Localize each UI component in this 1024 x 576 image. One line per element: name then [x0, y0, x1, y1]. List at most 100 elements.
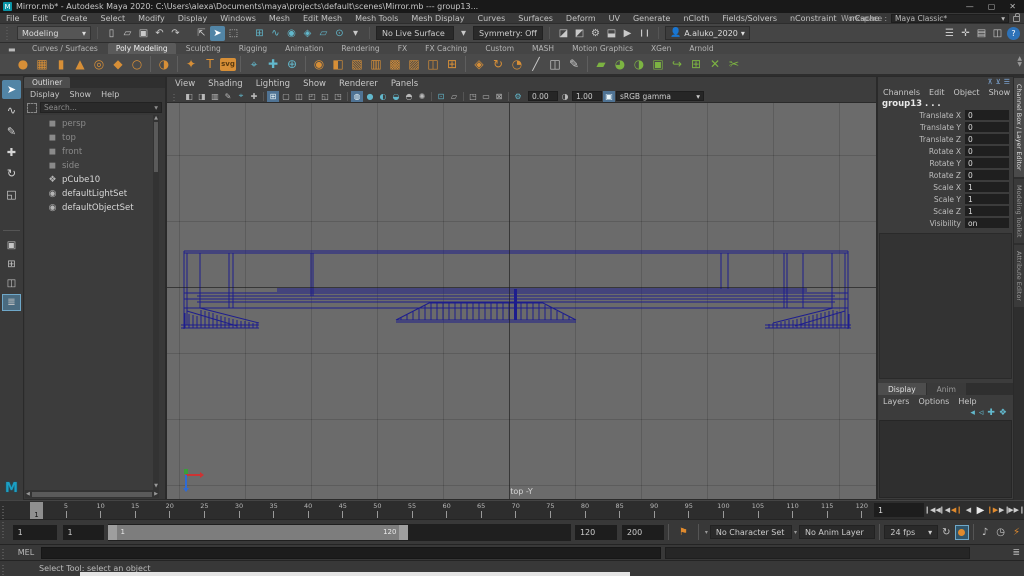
select-tool[interactable]: ➤ — [2, 80, 21, 99]
texture-icon[interactable]: ◓ — [403, 91, 415, 102]
channel-attribute-label[interactable]: Scale Z — [933, 207, 961, 216]
menu-item[interactable]: Mesh — [269, 14, 290, 23]
select-hierarchy-icon[interactable]: ⇱ — [194, 26, 209, 41]
platonic-solid-icon[interactable]: ◑ — [155, 55, 173, 73]
layout-single-pane[interactable]: ▣ — [2, 237, 21, 254]
poly-plane-icon[interactable]: ◆ — [109, 55, 127, 73]
outliner-item[interactable]: ❖ pCube10 — [25, 173, 159, 187]
shelf-tab[interactable]: Motion Graphics — [564, 43, 641, 54]
select-component-icon[interactable]: ⬚ — [226, 26, 241, 41]
separator[interactable] — [587, 56, 588, 72]
play-backwards-button[interactable]: ◀ — [963, 503, 974, 517]
outliner-menu-item[interactable]: Help — [101, 90, 119, 99]
ipr-render-icon[interactable]: ◩ — [572, 26, 587, 41]
grip-handle[interactable] — [2, 522, 9, 538]
playback-end-field[interactable]: 120 — [574, 524, 617, 540]
attribute-editor-icon[interactable]: ◫ — [990, 26, 1005, 41]
field-chart-icon[interactable]: ▱ — [448, 91, 460, 102]
separator[interactable] — [463, 91, 464, 101]
isolate-select-icon[interactable]: ⊡ — [435, 91, 447, 102]
snap-viewplane-icon[interactable]: ▱ — [316, 26, 331, 41]
viewport-menu-item[interactable]: Renderer — [339, 79, 378, 89]
wireframe-mode-icon[interactable]: ⊞ — [267, 90, 279, 102]
channel-box-menu-item[interactable]: Edit — [929, 88, 945, 97]
textured-mode-icon[interactable]: ◫ — [293, 91, 305, 102]
launch-render-view-icon[interactable]: ▶ — [620, 26, 635, 41]
grip-handle[interactable] — [173, 92, 180, 101]
snap-projected-icon[interactable]: ◈ — [300, 26, 315, 41]
channel-attribute-value[interactable]: 0 — [965, 170, 1009, 180]
film-gate-icon[interactable]: ▭ — [480, 91, 492, 102]
playback-range-bar[interactable]: 1 120 — [108, 524, 409, 540]
modeling-toolkit-icon[interactable]: ☰ — [942, 26, 957, 41]
menu-item[interactable]: nCloth — [683, 14, 709, 23]
evaluation-icon[interactable]: ⚡ — [1013, 527, 1020, 538]
chevron-down-icon[interactable]: ▾ — [794, 529, 797, 536]
select-object-icon[interactable]: ➤ — [210, 25, 225, 41]
quad-draw-icon[interactable]: ✎ — [565, 55, 583, 73]
split-mesh-icon[interactable]: ◫ — [546, 55, 564, 73]
shelf-scroll-arrows[interactable]: ▲ ▼ — [1017, 56, 1022, 68]
layer-editor-menu-item[interactable]: Options — [918, 397, 949, 406]
save-scene-icon[interactable]: ▣ — [136, 26, 151, 41]
playback-loop-icon[interactable]: ↻ — [942, 527, 950, 538]
viewport-menu-item[interactable]: Lighting — [256, 79, 290, 89]
menu-item[interactable]: Mesh Tools — [355, 14, 398, 23]
symmetry-field[interactable]: Symmetry: Off — [473, 26, 543, 40]
shaded-mode-icon[interactable]: ▢ — [280, 91, 292, 102]
mirror-icon[interactable]: ◫ — [424, 55, 442, 73]
minimize-button[interactable]: — — [966, 2, 974, 11]
channel-attribute-value[interactable]: 1 — [965, 206, 1009, 216]
channel-attribute-value[interactable]: 0 — [965, 158, 1009, 168]
step-back-frame-button[interactable]: ❙◀ — [939, 503, 950, 517]
scale-tool[interactable]: ◱ — [2, 185, 21, 204]
channel-attribute-label[interactable]: Rotate Z — [929, 171, 961, 180]
exposure-field[interactable]: 0.00 — [528, 91, 558, 101]
sidebar-tab[interactable]: Modeling Toolkit — [1014, 178, 1024, 243]
outliner-horizontal-scrollbar[interactable]: ◀ ▶ — [25, 490, 159, 498]
sidebar-tab[interactable]: Channel Box / Layer Editor — [1014, 78, 1024, 177]
make-live-icon[interactable]: ⊙ — [332, 26, 347, 41]
new-scene-icon[interactable]: ▯ — [104, 26, 119, 41]
grip-handle[interactable] — [2, 547, 9, 559]
channel-attribute-value[interactable]: 1 — [965, 182, 1009, 192]
shelf-tab[interactable]: Rendering — [333, 43, 387, 54]
channel-attribute-label[interactable]: Rotate Y — [929, 159, 961, 168]
fps-dropdown[interactable]: 24 fps ▾ — [884, 525, 939, 539]
shadows-icon[interactable]: ◱ — [319, 91, 331, 102]
menu-item[interactable]: Create — [61, 14, 88, 23]
shelf-tab[interactable]: MASH — [524, 43, 562, 54]
maximize-button[interactable]: ▢ — [988, 2, 996, 11]
outliner-item[interactable]: ◼ front — [25, 145, 159, 159]
animation-start-field[interactable]: 1 — [12, 524, 57, 540]
bridge-icon[interactable]: ↪ — [668, 55, 686, 73]
two-d-pan-icon[interactable]: ✎ — [222, 91, 234, 102]
outliner-item[interactable]: ◼ side — [25, 159, 159, 173]
menu-item[interactable]: Windows — [220, 14, 256, 23]
menu-item[interactable]: Fields/Solvers — [722, 14, 777, 23]
extract-icon[interactable]: ▧ — [348, 55, 366, 73]
time-slider[interactable]: 1 5 10 15 20 25 30 35 40 45 50 55 60 65 70 75 80 85 90 95 1… — [0, 500, 1024, 519]
separator[interactable] — [347, 91, 348, 101]
open-scene-icon[interactable]: ▱ — [120, 26, 135, 41]
extrude-icon[interactable]: ▣ — [649, 55, 667, 73]
fill-hole-icon[interactable]: ⊞ — [687, 55, 705, 73]
play-forwards-button[interactable]: ▶ — [975, 503, 986, 517]
grip-handle[interactable] — [2, 505, 9, 519]
poly-cube-icon[interactable]: ▦ — [33, 55, 51, 73]
workspace-dropdown[interactable]: Maya Classic* ▾ — [891, 14, 1009, 23]
separator[interactable] — [177, 56, 178, 72]
exposure-icon[interactable]: ⚙ — [512, 91, 524, 102]
menu-item[interactable]: nConstraint — [790, 14, 837, 23]
new-empty-layer-icon[interactable]: ✚ — [987, 408, 995, 418]
grip-handle[interactable] — [2, 563, 9, 575]
channel-speed-icon[interactable]: ⊻ — [996, 78, 1001, 86]
aim-icon[interactable]: ⌖ — [235, 91, 247, 102]
outliner-item[interactable]: ◉ defaultObjectSet — [25, 201, 159, 215]
menu-item[interactable]: Mesh Display — [411, 14, 464, 23]
ao-icon[interactable]: ◳ — [332, 91, 344, 102]
shelf-tab[interactable]: FX — [390, 43, 415, 54]
menu-set-dropdown[interactable]: Modeling ▾ — [17, 26, 91, 40]
project-curve-icon[interactable]: ╱ — [527, 55, 545, 73]
layer-editor-tab[interactable]: Display — [878, 383, 926, 395]
